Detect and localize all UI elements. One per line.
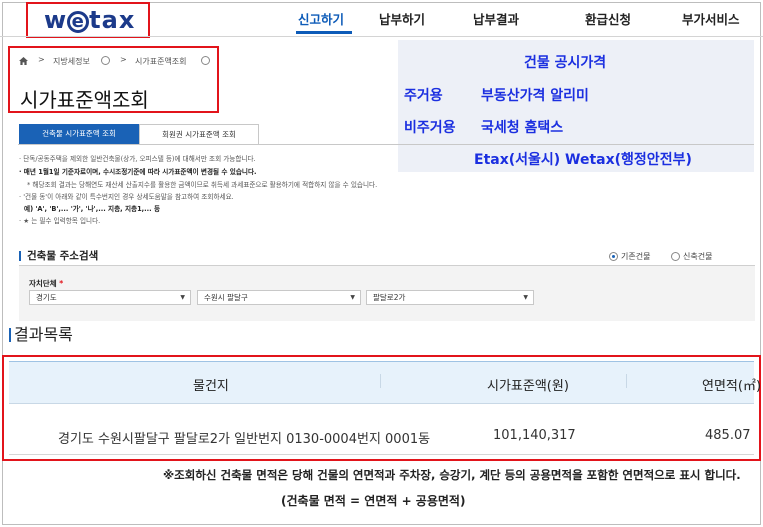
chevron-down-icon[interactable] (201, 56, 210, 65)
nav-payment[interactable]: 납부하기 (379, 9, 425, 28)
tab-membership-value[interactable]: 회원권 시가표준액 조회 (139, 124, 259, 144)
overlay-title: 건물 공시가격 (524, 55, 607, 71)
note-line: 예) 'A', 'B',... '가', '나',... 지층, 지층1,...… (24, 205, 161, 213)
chevron-down-icon: ▼ (180, 294, 185, 301)
breadcrumb-item-standard-value[interactable]: 시가표준액조회 (135, 56, 187, 67)
tab-divider (18, 144, 754, 145)
note-line: · ★ 는 필수 입력항목 입니다. (19, 217, 101, 225)
nav-extra-services[interactable]: 부가서비스 (682, 9, 740, 28)
note-line: · 단독/공동주택을 제외한 일반건축물(상가, 오피스텔 등)에 대해서만 조… (19, 155, 256, 163)
radio-existing-building[interactable] (609, 252, 618, 261)
radio-label-new[interactable]: 신축건물 (683, 251, 712, 262)
column-header-address: 물건지 (193, 379, 229, 394)
radio-new-building[interactable] (671, 252, 680, 261)
section-marker (19, 251, 21, 261)
chevron-down-icon: ▼ (523, 294, 528, 301)
nav-report[interactable]: 신고하기 (298, 9, 344, 28)
note-line: · '건물 동'이 아래와 같이 특수번지인 경우 상세도움말을 참고하여 조회… (19, 193, 234, 201)
column-header-area: 연면적(㎡) (702, 379, 762, 394)
section-marker (9, 328, 11, 342)
column-divider (626, 374, 627, 388)
active-nav-indicator (296, 31, 352, 34)
overlay-etax-line: Etax(서울시) Wetax(행정안전부) (474, 152, 692, 168)
field-label-text: 자치단체 (29, 279, 57, 288)
overlay-nonresidential-value: 국세청 홈택스 (481, 120, 564, 136)
home-icon[interactable] (19, 57, 28, 65)
required-mark: * (59, 279, 64, 288)
select-city-value: 수원시 팔달구 (204, 293, 248, 302)
page-title: 시가표준액조회 (20, 88, 149, 112)
overlay-nonresidential-label: 비주거용 (404, 120, 456, 136)
results-heading: 결과목록 (14, 325, 73, 344)
select-dong-value: 팔달로2가 (373, 293, 406, 302)
area-footnote: ※조회하신 건축물 면적은 당해 건물의 연면적과 주차장, 승강기, 계단 등… (163, 468, 741, 482)
select-province[interactable]: 경기도 ▼ (29, 290, 191, 305)
nav-refund[interactable]: 환급신청 (585, 9, 631, 28)
cell-standard-value: 101,140,317 (493, 428, 576, 443)
cell-address: 경기도 수원시팔달구 팔달로2가 일반번지 0130-0004번지 0001동 (58, 432, 431, 447)
column-header-value: 시가표준액(원) (487, 379, 569, 394)
overlay-residential-value: 부동산가격 알리미 (481, 88, 589, 104)
nav-payment-result[interactable]: 납부결과 (473, 9, 519, 28)
area-formula: (건축물 면적 = 연면적 + 공용면적) (281, 494, 466, 508)
note-line: * 해당조회 결과는 당해연도 재산세 산출지수를 활용한 금액이므로 취득세 … (27, 181, 378, 189)
header-divider (0, 36, 763, 37)
chevron-down-icon: ▼ (350, 294, 355, 301)
cell-area: 485.07 (705, 428, 751, 443)
note-line: · 매년 1월1일 기준자료이며, 수시조정기준에 따라 시가표준액이 변경될 … (19, 168, 257, 176)
select-dong[interactable]: 팔달로2가 ▼ (366, 290, 534, 305)
address-search-heading: 건축물 주소검색 (27, 250, 99, 262)
wetax-logo[interactable]: w e tax (44, 6, 135, 34)
table-row-divider (9, 454, 754, 455)
overlay-residential-label: 주거용 (404, 88, 443, 104)
select-city[interactable]: 수원시 팔달구 ▼ (197, 290, 361, 305)
breadcrumb-separator: > (38, 55, 45, 64)
breadcrumb-separator: > (120, 55, 127, 64)
column-divider (380, 374, 381, 388)
radio-label-existing[interactable]: 기존건물 (621, 251, 650, 262)
breadcrumb-item-local-tax[interactable]: 지방세정보 (53, 56, 90, 67)
tab-building-value[interactable]: 건축물 시가표준액 조회 (19, 124, 139, 144)
select-province-value: 경기도 (36, 293, 57, 302)
chevron-down-icon[interactable] (101, 56, 110, 65)
results-table-header (9, 361, 754, 404)
field-label-municipality: 자치단체 * (29, 278, 63, 289)
